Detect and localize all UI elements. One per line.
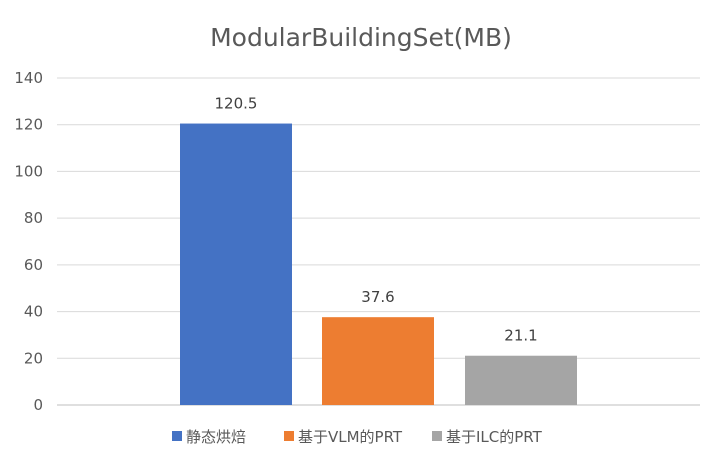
y-tick-label: 0 [33, 396, 43, 414]
y-tick-label: 100 [14, 162, 43, 180]
bar [465, 355, 577, 405]
legend-swatch [172, 431, 182, 441]
y-axis-ticks: 0 20 40 60 80 100 120 140 [14, 69, 43, 414]
legend-label: 静态烘焙 [186, 428, 246, 446]
legend-swatch [284, 431, 294, 441]
bar-value-label: 120.5 [215, 95, 258, 113]
legend: 静态烘焙 基于VLM的PRT 基于ILC的PRT [172, 428, 543, 446]
bars [180, 123, 577, 406]
legend-label: 基于VLM的PRT [298, 428, 403, 446]
legend-label: 基于ILC的PRT [446, 428, 543, 446]
bar-chart: ModularBuildingSet(MB) 0 20 40 60 80 100 120 14… [14, 23, 700, 446]
y-tick-label: 60 [24, 256, 43, 274]
y-tick-label: 80 [24, 209, 43, 227]
bar-value-label: 37.6 [361, 288, 394, 306]
bar-value-label: 21.1 [504, 327, 537, 345]
y-tick-label: 140 [14, 69, 43, 87]
chart-container: ModularBuildingSet(MB) 0 20 40 60 80 100 120 14… [0, 0, 722, 470]
bar [180, 123, 292, 406]
chart-title: ModularBuildingSet(MB) [210, 23, 512, 52]
y-tick-label: 20 [24, 349, 43, 367]
legend-swatch [432, 431, 442, 441]
bar [322, 317, 434, 405]
y-tick-label: 120 [14, 116, 43, 134]
y-tick-label: 40 [24, 303, 43, 321]
